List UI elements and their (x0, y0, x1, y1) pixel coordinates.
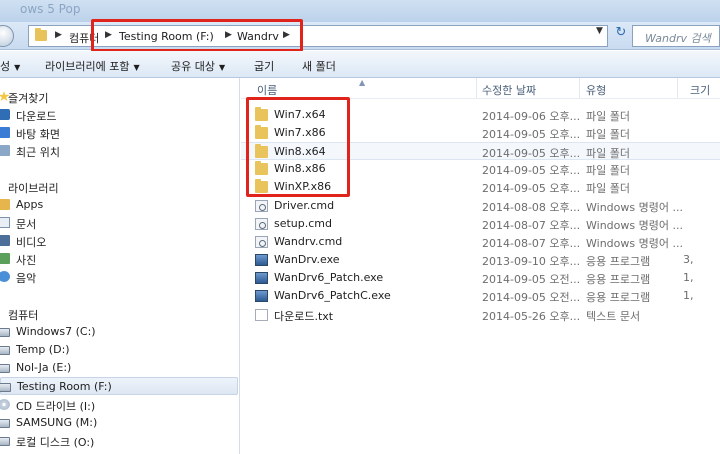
sidebar-item-videos[interactable]: 비디오 (0, 232, 238, 250)
window-title: ows 5 Pop (20, 2, 81, 16)
file-row[interactable]: setup.cmd 2014-08-07 오후... Windows 명령어 .… (241, 215, 720, 233)
library-icon (0, 199, 10, 210)
address-dropdown-icon[interactable]: ▼ (596, 26, 603, 36)
breadcrumb-chevron-icon[interactable]: ▶ (55, 30, 62, 40)
cmd-file-icon (255, 218, 268, 230)
refresh-icon[interactable]: ↻ (612, 25, 630, 45)
file-row[interactable]: 다운로드.txt 2014-05-26 오후... 텍스트 문서 (241, 306, 720, 324)
search-placeholder: Wandrv 검색 (645, 32, 711, 45)
search-input[interactable]: Wandrv 검색 (632, 25, 720, 47)
favorites-header[interactable]: 즐겨찾기 (0, 88, 238, 106)
column-header-size[interactable]: 크기 (690, 82, 710, 98)
drive-icon (0, 346, 10, 355)
sidebar-item-apps[interactable]: Apps (0, 196, 238, 214)
sidebar-item-drive-d[interactable]: Temp (D:) (0, 341, 238, 359)
organize-button[interactable]: 성 ▼ (0, 58, 20, 74)
drive-icon (0, 364, 10, 373)
sidebar-item-drive-i[interactable]: CD 드라이브 (I:) (0, 396, 238, 414)
exe-file-icon (255, 272, 268, 284)
column-divider[interactable] (677, 78, 678, 98)
libraries-header[interactable]: 라이브러리 (0, 178, 238, 196)
sidebar-item-recent-places[interactable]: 최근 위치 (0, 142, 238, 160)
exe-file-icon (255, 254, 268, 266)
video-icon (0, 235, 10, 246)
sort-ascending-icon: ▲ (359, 78, 366, 87)
file-row[interactable]: Driver.cmd 2014-08-08 오후... Windows 명령어 … (241, 197, 720, 215)
drive-icon (0, 419, 10, 428)
sidebar-item-desktop[interactable]: 바탕 화면 (0, 124, 238, 142)
drive-icon (0, 383, 11, 392)
cmd-file-icon (255, 236, 268, 248)
back-button[interactable] (0, 25, 14, 47)
documents-icon (0, 217, 10, 228)
text-file-icon (255, 309, 268, 321)
file-row[interactable]: WanDrv6_Patch.exe 2014-09-05 오전... 응용 프로… (241, 269, 720, 287)
column-header-date[interactable]: 수정한 날짜 (482, 82, 536, 98)
sidebar-item-drive-c[interactable]: Windows7 (C:) (0, 323, 238, 341)
music-icon (0, 271, 10, 282)
folder-icon (35, 28, 47, 41)
pictures-icon (0, 253, 10, 264)
highlight-box-path (91, 19, 303, 52)
sidebar-item-pictures[interactable]: 사진 (0, 250, 238, 268)
desktop-icon (0, 127, 10, 138)
sidebar-item-drive-m[interactable]: SAMSUNG (M:) (0, 414, 238, 432)
include-in-library-button[interactable]: 라이브러리에 포함 ▼ (45, 58, 140, 74)
sidebar-item-documents[interactable]: 문서 (0, 214, 238, 232)
sidebar-item-drive-f[interactable]: Testing Room (F:) (0, 377, 238, 395)
download-icon (0, 109, 10, 120)
sidebar-item-music[interactable]: 음악 (0, 268, 238, 286)
command-toolbar: 성 ▼ 라이브러리에 포함 ▼ 공유 대상 ▼ 굽기 새 폴더 (0, 51, 720, 78)
file-row[interactable]: WanDrv.exe 2013-09-10 오후... 응용 프로그램 3, (241, 251, 720, 269)
cd-drive-icon (0, 399, 10, 410)
exe-file-icon (255, 290, 268, 302)
computer-header[interactable]: 컴퓨터 (0, 305, 238, 323)
sidebar-item-drive-e[interactable]: Nol-Ja (E:) (0, 359, 238, 377)
highlight-box-folders (246, 97, 350, 197)
column-divider[interactable] (476, 78, 477, 98)
drive-icon (0, 437, 10, 446)
recent-places-icon (0, 145, 10, 156)
new-folder-button[interactable]: 새 폴더 (302, 58, 336, 74)
burn-button[interactable]: 굽기 (254, 58, 274, 74)
cmd-file-icon (255, 200, 268, 212)
column-divider[interactable] (579, 78, 580, 98)
column-header-name[interactable]: 이름 (257, 82, 277, 98)
sidebar-item-downloads[interactable]: 다운로드 (0, 106, 238, 124)
navigation-pane: 즐겨찾기 다운로드 바탕 화면 최근 위치 라이브러리 Apps 문서 비디오 … (0, 78, 240, 454)
file-row[interactable]: WanDrv6_PatchC.exe 2014-09-05 오전... 응용 프… (241, 287, 720, 305)
sidebar-item-drive-o[interactable]: 로컬 디스크 (O:) (0, 432, 238, 450)
drive-icon (0, 328, 10, 337)
share-with-button[interactable]: 공유 대상 ▼ (171, 58, 225, 74)
column-header-type[interactable]: 유형 (586, 82, 606, 98)
file-row[interactable]: Wandrv.cmd 2014-08-07 오후... Windows 명령어 … (241, 233, 720, 251)
